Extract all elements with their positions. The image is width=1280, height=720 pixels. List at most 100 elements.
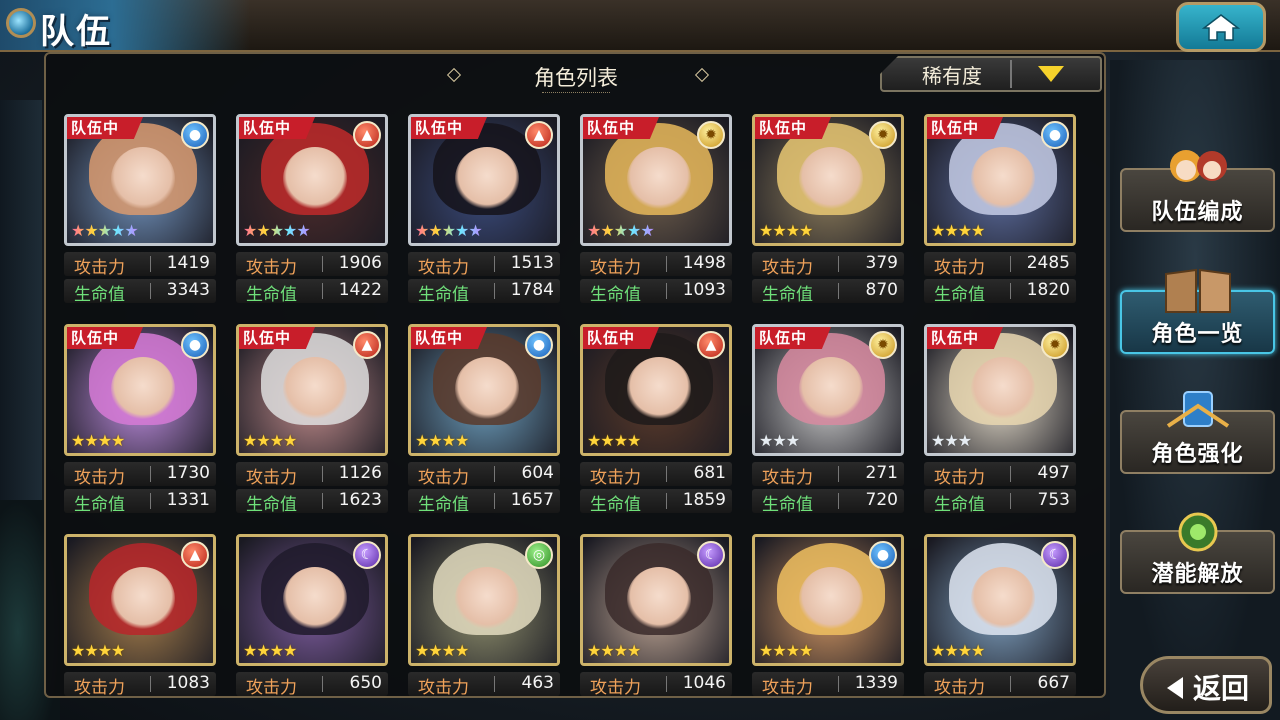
attack-value: 1339 — [854, 673, 898, 693]
hp-value: 1623 — [338, 490, 382, 510]
hp-label: 生命值 — [418, 285, 469, 305]
attack-value: 1513 — [510, 253, 554, 273]
in-party-badge: 队伍中 — [755, 327, 831, 349]
attack-value: 1046 — [682, 673, 726, 693]
character-portrait: 队伍中 ▲ ★★★★ — [236, 324, 388, 456]
light-element-icon: ✹ — [697, 121, 725, 149]
attack-value: 463 — [521, 673, 554, 693]
stat-divider — [322, 256, 323, 272]
attack-value: 2485 — [1026, 253, 1070, 273]
attack-label: 攻击力 — [762, 258, 813, 278]
gem-icon — [6, 8, 36, 38]
attack-stat-row: 攻击力 1339 — [752, 672, 904, 696]
panel-title: 角色列表 — [534, 66, 618, 90]
water-element-icon: ● — [1041, 121, 1069, 149]
in-party-badge: 队伍中 — [583, 327, 659, 349]
top-bar: 队伍 — [0, 0, 1280, 52]
in-party-badge: 队伍中 — [67, 117, 143, 139]
water-element-icon: ● — [525, 331, 553, 359]
title-plate: 队伍 — [0, 0, 250, 52]
rarity-stars: ★★★★ — [587, 431, 641, 450]
in-party-badge: 队伍中 — [239, 117, 315, 139]
rarity-stars: ★★★★★ — [243, 221, 311, 240]
face-art — [111, 147, 175, 211]
water-element-icon: ● — [869, 541, 897, 569]
in-party-badge: 队伍中 — [927, 117, 1003, 139]
attack-value: 379 — [865, 253, 898, 273]
rarity-stars: ★★★★★ — [415, 221, 483, 240]
character-list-panel: 角色列表 稀有度 队伍中 ● ★★★★★ 攻击力 1419 生命值 3343 队伍中 ▲ ★★★★… — [44, 52, 1106, 698]
hp-label: 生命值 — [762, 495, 813, 515]
character-portrait: 队伍中 ▲ ★★★★★ — [408, 114, 560, 246]
stat-divider — [494, 283, 495, 299]
hp-stat-row: 生命值 1820 — [924, 279, 1076, 305]
header-divider — [542, 92, 610, 97]
attack-stat-row: 攻击力 463 — [408, 672, 560, 696]
menu-button-party[interactable]: 队伍编成 — [1120, 150, 1275, 232]
stat-divider — [494, 493, 495, 509]
in-party-badge: 队伍中 — [411, 117, 487, 139]
character-portrait: 队伍中 ● ★★★★ — [924, 114, 1076, 246]
attack-label: 攻击力 — [590, 678, 641, 698]
attack-value: 1730 — [166, 463, 210, 483]
attack-value: 604 — [521, 463, 554, 483]
character-portrait: 队伍中 ✹ ★★★ — [752, 324, 904, 456]
dark-element-icon: ☾ — [1041, 541, 1069, 569]
stat-divider — [150, 493, 151, 509]
stat-divider — [666, 283, 667, 299]
stat-divider — [666, 676, 667, 692]
rarity-stars: ★★★ — [931, 431, 972, 450]
chevron-down-icon — [1038, 66, 1064, 82]
hp-value: 870 — [865, 280, 898, 300]
stat-divider — [322, 676, 323, 692]
attack-label: 攻击力 — [246, 468, 297, 488]
character-portrait: 队伍中 ● ★★★★ — [408, 324, 560, 456]
menu-button-enhance[interactable]: 角色强化 — [1120, 391, 1275, 474]
in-party-badge: 队伍中 — [927, 327, 1003, 349]
attack-stat-row: 攻击力 2485 — [924, 252, 1076, 278]
attack-stat-row: 攻击力 1513 — [408, 252, 560, 278]
attack-value: 1498 — [682, 253, 726, 273]
home-button[interactable] — [1176, 2, 1266, 52]
rarity-stars: ★★★★ — [71, 431, 125, 450]
sort-dropdown[interactable]: 稀有度 — [880, 56, 1102, 92]
fire-element-icon: ▲ — [697, 331, 725, 359]
rarity-stars: ★★★ — [759, 431, 800, 450]
menu-button-book[interactable]: 角色一览 — [1120, 268, 1275, 354]
stat-divider — [666, 466, 667, 482]
menu-label: 角色一览 — [1151, 322, 1244, 347]
attack-label: 攻击力 — [74, 468, 125, 488]
stat-divider — [150, 676, 151, 692]
attack-stat-row: 攻击力 604 — [408, 462, 560, 488]
stat-divider — [838, 466, 839, 482]
stat-divider — [1010, 493, 1011, 509]
light-element-icon: ✹ — [869, 331, 897, 359]
rarity-stars: ★★★★ — [759, 221, 813, 240]
hp-value: 1784 — [510, 280, 554, 300]
back-button[interactable]: 返回 — [1140, 656, 1272, 714]
attack-label: 攻击力 — [934, 468, 985, 488]
face-art — [627, 147, 691, 211]
attack-label: 攻击力 — [762, 678, 813, 698]
sort-label: 稀有度 — [922, 64, 982, 88]
stat-divider — [838, 283, 839, 299]
face-art — [799, 147, 863, 211]
attack-value: 497 — [1037, 463, 1070, 483]
menu-button-potential[interactable]: 潜能解放 — [1120, 512, 1275, 594]
hp-stat-row: 生命值 1859 — [580, 489, 732, 515]
sort-divider — [1010, 60, 1012, 88]
attack-stat-row: 攻击力 1083 — [64, 672, 216, 696]
attack-value: 1083 — [166, 673, 210, 693]
hp-stat-row: 生命值 3343 — [64, 279, 216, 305]
attack-stat-row: 攻击力 667 — [924, 672, 1076, 696]
rarity-stars: ★★★★ — [415, 641, 469, 660]
party-icon — [1158, 144, 1238, 194]
attack-value: 1419 — [166, 253, 210, 273]
hp-value: 1331 — [166, 490, 210, 510]
attack-label: 攻击力 — [418, 258, 469, 278]
attack-label: 攻击力 — [590, 468, 641, 488]
diamond-icon — [694, 67, 710, 83]
hp-stat-row: 生命值 753 — [924, 489, 1076, 515]
menu-label: 角色强化 — [1151, 442, 1244, 467]
character-portrait: ● ★★★★ — [752, 534, 904, 666]
